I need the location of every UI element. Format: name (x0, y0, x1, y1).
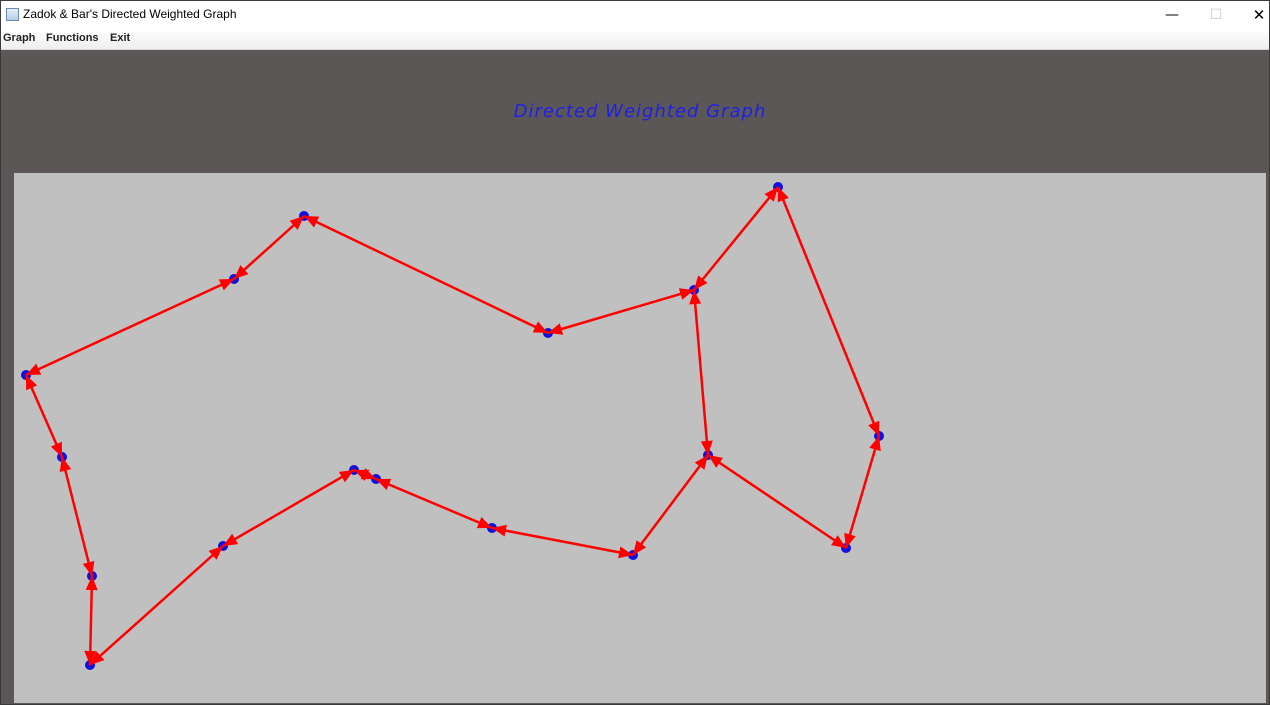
graph-canvas[interactable] (14, 173, 1266, 703)
menu-functions[interactable]: Functions (46, 32, 99, 44)
close-button[interactable]: ✕ (1237, 1, 1269, 29)
edge-arrowhead-n8-n15-end (633, 540, 647, 555)
page-title: Directed Weighted Graph (513, 101, 767, 122)
minimize-button[interactable]: — (1150, 1, 1194, 29)
graph-edge-n1-n7 (776, 186, 881, 437)
menu-graph[interactable]: Graph (3, 32, 35, 44)
java-app-icon (6, 8, 19, 21)
title-bar[interactable]: Zadok & Bar's Directed Weighted Graph — … (1, 1, 1269, 29)
graph-edge-n5-n4 (547, 288, 695, 335)
app-window: Zadok & Bar's Directed Weighted Graph — … (0, 0, 1270, 705)
menu-exit[interactable]: Exit (110, 32, 130, 44)
graph-edge-n6-n3 (25, 277, 235, 377)
menu-bar: Graph Functions Exit (1, 29, 1269, 50)
graph-edge-n14-n8 (707, 453, 847, 550)
graph-edge-n10-n13 (222, 468, 355, 548)
graph-edge-n13-n17 (89, 545, 224, 666)
graph-edge-n4-n1 (693, 186, 779, 291)
graph-edge-n15-n12 (491, 526, 634, 557)
edge-arrowhead-n8-n15-start (694, 455, 708, 470)
graph-drawing[interactable] (14, 173, 1266, 703)
graph-edge-n16-n9 (60, 456, 94, 577)
graph-edge-n3-n2 (233, 215, 305, 280)
edge-arrowhead-n1-n7-end (868, 420, 880, 436)
graph-edge-n12-n11 (375, 477, 493, 530)
edge-arrowhead-n14-n8-end (708, 455, 723, 468)
edge-arrowhead-n1-n7-start (777, 187, 789, 203)
graph-edge-n8-n4 (692, 289, 710, 456)
window-title: Zadok & Bar's Directed Weighted Graph (23, 7, 237, 21)
graph-edge-n7-n14 (844, 435, 881, 549)
maximize-button[interactable]: ☐ (1194, 1, 1238, 29)
graph-edge-n8-n15 (632, 454, 709, 556)
edge-arrowhead-n14-n8-start (831, 535, 846, 548)
graph-edge-n2-n5 (303, 214, 549, 335)
header-panel: Directed Weighted Graph (1, 50, 1269, 173)
